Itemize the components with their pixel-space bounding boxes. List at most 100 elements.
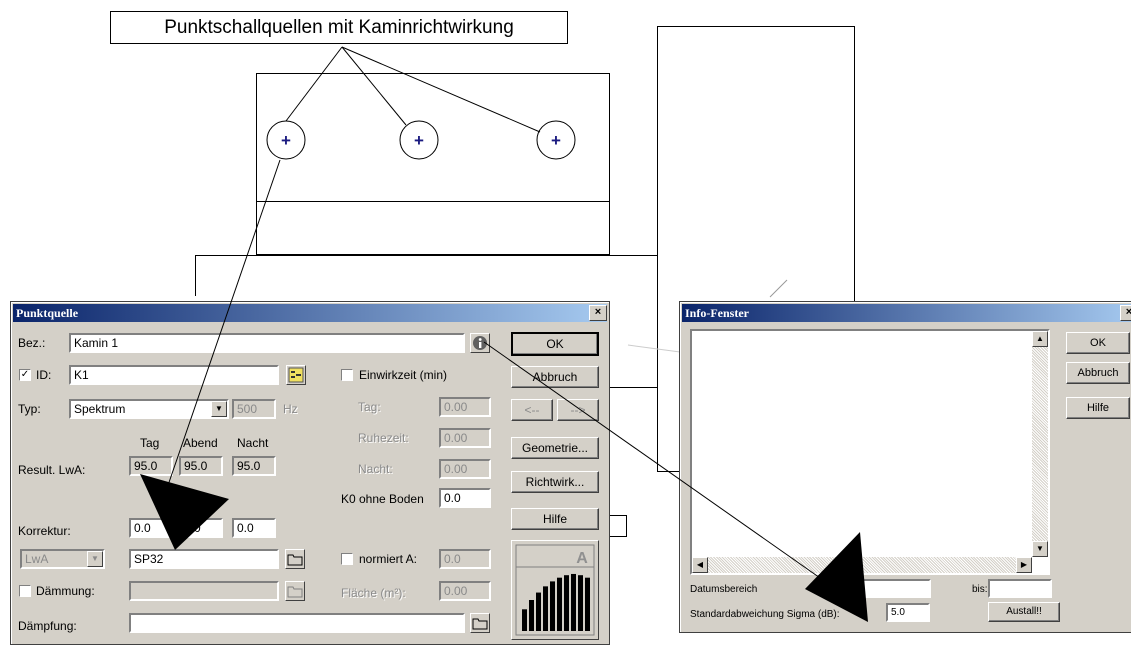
folder-icon[interactable] [285,549,305,569]
folder-icon[interactable] [470,613,490,633]
nacht-time-label: Nacht: [358,462,393,476]
id-input[interactable]: K1 [69,365,279,385]
sigma-input[interactable]: 5.0 [886,603,930,622]
chevron-down-icon: ▼ [87,551,103,567]
chimney-symbol-3: + [551,131,561,150]
grey-line-1 [769,279,788,298]
spectrum-preview[interactable]: A [511,540,599,640]
typ-select[interactable]: Spektrum ▼ [69,399,229,419]
punktquelle-titlebar[interactable]: Punktquelle [13,304,607,322]
spectrum-bar [522,609,527,631]
leader-line-3 [341,46,541,133]
hilfe-button[interactable]: Hilfe [511,508,599,530]
hz-input: 500 [232,399,276,419]
scroll-left-arrow[interactable]: ◀ [692,557,708,573]
abbruch-button[interactable]: Abbruch [511,366,599,388]
typ-label: Typ: [18,402,41,416]
info-abbruch-button[interactable]: Abbruch [1066,362,1130,384]
ruhezeit-label: Ruhezeit: [358,431,409,445]
ruhezeit-input: 0.00 [439,428,491,448]
chevron-down-icon[interactable]: ▼ [211,401,227,417]
bez-label: Bez.: [18,336,46,350]
spectrum-letter: A [576,550,588,567]
korrektur-tag[interactable]: 0.0 [129,518,173,538]
info-title: Info-Fenster [685,306,749,320]
spectrum-ref-input[interactable]: SP32 [129,549,279,569]
spectrum-bar [585,577,590,631]
id-label: ID: [36,368,52,382]
building-lower [256,201,610,255]
id-picker-icon[interactable] [286,365,306,385]
horizontal-scrollbar[interactable]: ◀ ▶ [692,557,1032,573]
info-hilfe-button[interactable]: Hilfe [1066,397,1130,419]
daempfung-input[interactable] [129,613,465,633]
k0-label: K0 ohne Boden [341,492,424,506]
normiert-checkbox[interactable] [341,553,353,565]
dialog-title: Punktquelle [16,306,79,320]
result-nacht: 95.0 [232,456,276,476]
spectrum-bar [557,577,562,631]
flaeche-label: Fläche (m²): [341,586,406,600]
folder-icon [285,581,305,601]
bis-label: bis: [972,584,988,595]
daemmung-input [129,581,279,601]
result-tag: 95.0 [129,456,173,476]
info-ok-button[interactable]: OK [1066,332,1130,354]
punktquelle-dialog: Punktquelle × Bez.: Kamin 1 ✓ ID: K1 Ein… [10,301,610,645]
close-button[interactable]: × [589,305,607,321]
tag-time-input: 0.00 [439,397,491,417]
korrektur-label: Korrektur: [18,524,71,538]
scroll-down-arrow[interactable]: ▼ [1032,541,1048,557]
info-icon[interactable] [470,333,490,353]
normiert-input: 0.0 [439,549,491,569]
result-abend: 95.0 [179,456,223,476]
callout-box: Punktschallquellen mit Kaminrichtwirkung [110,11,568,44]
scroll-up-arrow[interactable]: ▲ [1032,331,1048,347]
spectrum-bar [578,575,583,631]
prev-button: <-- [511,399,553,421]
next-button: --> [557,399,599,421]
callout-text: Punktschallquellen mit Kaminrichtwirkung [164,17,514,38]
spectrum-bar [529,600,534,631]
richtwirk-button[interactable]: Richtwirk... [511,471,599,493]
spectrum-bar [564,575,569,631]
scroll-right-arrow[interactable]: ▶ [1016,557,1032,573]
datum-bis-input[interactable] [988,579,1052,598]
bez-input[interactable]: Kamin 1 [69,333,465,353]
typ-select-value: Spektrum [74,402,126,416]
korrektur-nacht[interactable]: 0.0 [232,518,276,538]
daemmung-label: Dämmung: [36,584,95,598]
datumsbereich-label: Datumsbereich [690,584,758,595]
result-lwa-label: Result. LwA: [18,463,86,477]
col-tag: Tag [140,436,160,450]
lwa-select: LwA ▼ [20,549,105,569]
datum-von-input[interactable] [855,579,931,598]
normiert-label: normiert A: [359,552,418,566]
daempfung-label: Dämpfung: [18,619,77,633]
id-checkbox[interactable]: ✓ [19,369,31,381]
sigma-label: Standardabweichung Sigma (dB): [690,609,840,620]
geometrie-button[interactable]: Geometrie... [511,437,599,459]
leader-line-1 [285,46,343,122]
austall-button[interactable]: Austall!! [988,602,1060,622]
flaeche-input: 0.00 [439,581,491,601]
ok-button[interactable]: OK [511,332,599,356]
chimney-symbol-2: + [414,131,424,150]
info-text-area[interactable]: ▲ ▼ ◀ ▶ [690,329,1050,575]
spectrum-bar [543,586,548,631]
hz-unit: Hz [283,402,298,416]
info-titlebar[interactable]: Info-Fenster [682,304,1131,322]
korrektur-abend[interactable]: 0.0 [179,518,223,538]
grey-line-2 [627,344,681,353]
chimney-symbol-1: + [281,131,291,150]
k0-input[interactable]: 0.0 [439,488,491,508]
tag-time-label: Tag: [358,400,381,414]
daemmung-checkbox[interactable] [19,585,31,597]
spectrum-bar [536,592,541,631]
info-close-button[interactable]: × [1120,305,1131,321]
leader-line-2 [341,46,407,126]
vertical-scrollbar[interactable]: ▲ ▼ [1032,331,1048,557]
col-abend: Abend [183,436,218,450]
col-nacht: Nacht [237,436,269,450]
einwirkzeit-checkbox[interactable] [341,369,353,381]
